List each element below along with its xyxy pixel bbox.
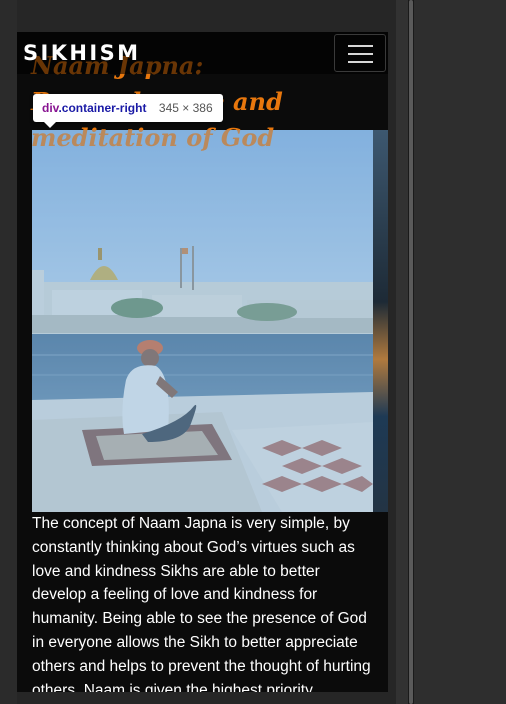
tooltip-class: .container-right xyxy=(58,101,147,115)
intro-paragraph: The concept of Naam Japna is very simple… xyxy=(32,515,371,692)
devtools-side-panel xyxy=(414,0,506,704)
navbar: SIKHISM xyxy=(17,32,388,74)
emulator-frame-edge xyxy=(396,0,408,704)
mobile-viewport: Naam Japna: Remembrance and meditation o… xyxy=(17,32,388,692)
tooltip-size: 345 × 386 xyxy=(158,101,213,115)
adjacent-image-edge xyxy=(373,130,388,512)
devtools-element-tooltip: div.container-right 345 × 386 xyxy=(33,94,223,128)
scrollbar-thumb[interactable] xyxy=(409,0,413,704)
hamburger-menu-icon[interactable] xyxy=(334,34,386,72)
tooltip-selector: div.container-right xyxy=(42,101,146,115)
tooltip-tag: div xyxy=(42,101,59,115)
container-right xyxy=(32,130,373,512)
brand-logo[interactable]: SIKHISM xyxy=(23,41,140,65)
devtools-edge xyxy=(0,0,17,704)
devtools-highlight-overlay xyxy=(32,130,373,512)
